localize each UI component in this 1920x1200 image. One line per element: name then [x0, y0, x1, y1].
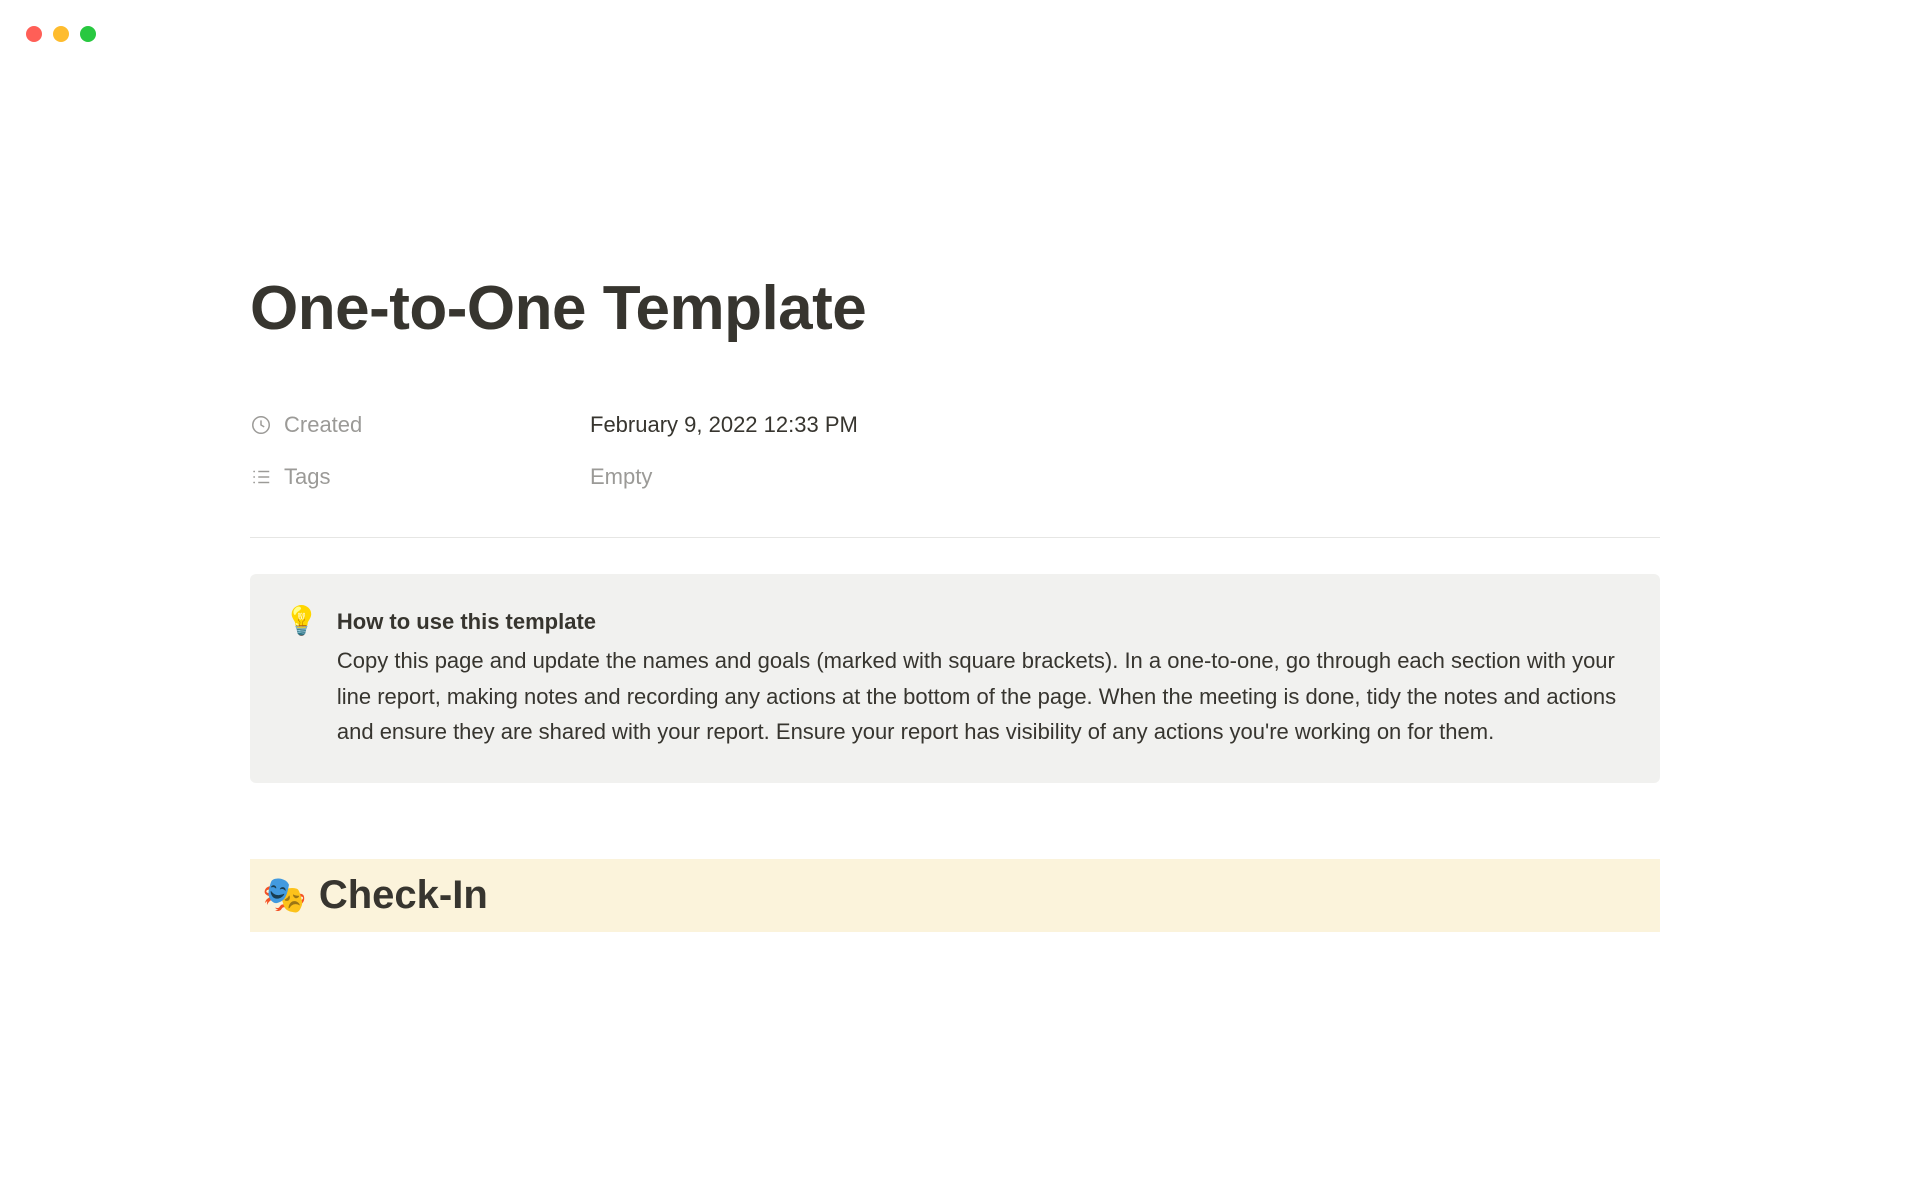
- property-label-text: Tags: [284, 464, 330, 490]
- masks-icon: 🎭: [262, 877, 307, 913]
- window-maximize-button[interactable]: [80, 26, 96, 42]
- page-title[interactable]: One-to-One Template: [250, 275, 1660, 343]
- lightbulb-icon: 💡: [284, 604, 319, 749]
- property-value-tags[interactable]: Empty: [590, 464, 652, 490]
- property-label-tags: Tags: [250, 464, 590, 490]
- window-minimize-button[interactable]: [53, 26, 69, 42]
- clock-icon: [250, 414, 272, 436]
- property-row-created[interactable]: Created February 9, 2022 12:33 PM: [250, 399, 1660, 451]
- window-close-button[interactable]: [26, 26, 42, 42]
- page-properties: Created February 9, 2022 12:33 PM Tags E…: [250, 399, 1660, 503]
- property-label-created: Created: [250, 412, 590, 438]
- section-title: Check-In: [319, 873, 488, 918]
- property-value-created[interactable]: February 9, 2022 12:33 PM: [590, 412, 858, 438]
- list-icon: [250, 466, 272, 488]
- section-heading-checkin[interactable]: 🎭 Check-In: [250, 859, 1660, 932]
- callout-title: How to use this template: [337, 604, 1626, 639]
- window-controls: [26, 26, 96, 42]
- property-row-tags[interactable]: Tags Empty: [250, 451, 1660, 503]
- property-label-text: Created: [284, 412, 362, 438]
- callout-body[interactable]: How to use this template Copy this page …: [337, 604, 1626, 749]
- page-content: One-to-One Template Created February 9, …: [250, 275, 1660, 932]
- callout-howto[interactable]: 💡 How to use this template Copy this pag…: [250, 574, 1660, 783]
- properties-divider: [250, 537, 1660, 538]
- callout-text: Copy this page and update the names and …: [337, 648, 1616, 743]
